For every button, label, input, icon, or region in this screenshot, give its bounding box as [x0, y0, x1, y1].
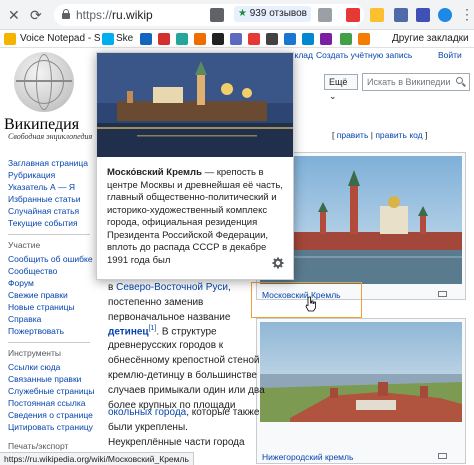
article-line: в Северо-Восточной Руси,: [108, 282, 231, 293]
gear-icon[interactable]: [272, 257, 284, 269]
url-text: https://ru.wikip: [76, 8, 153, 22]
youtube-extension-icon[interactable]: [346, 8, 360, 22]
bookmark-icon-11[interactable]: [320, 33, 332, 45]
sidebar-item-community[interactable]: Сообщество: [8, 266, 57, 276]
more-dropdown[interactable]: Ещё ⌄: [324, 74, 358, 101]
profile-avatar-icon[interactable]: [438, 8, 452, 22]
bookmark-icon-12[interactable]: [340, 33, 352, 45]
sidebar-item-random[interactable]: Случайная статья: [8, 206, 79, 216]
sidebar-heading-print: Печать/экспорт: [8, 441, 69, 451]
popup-extract: Моско́вский Кремль — крепость в центре М…: [107, 167, 283, 266]
bookmark-voice-notepad[interactable]: Voice Notepad - S: [20, 33, 101, 44]
article-line: окольных города, которые также: [108, 407, 260, 418]
sidebar-item-featured[interactable]: Избранные статьи: [8, 194, 80, 204]
sidebar-divider: [8, 234, 90, 235]
skype-bookmark-icon: [102, 33, 114, 45]
bookmark-icon-10[interactable]: [302, 33, 314, 45]
sidebar-item-report-error[interactable]: Сообщить об ошибке: [8, 254, 93, 264]
bookmark-icon[interactable]: [318, 8, 332, 22]
wikipedia-globe-logo[interactable]: [14, 52, 74, 112]
bookmarks-bar: Voice Notepad - S Ske Другие закладки: [0, 30, 474, 48]
search-input[interactable]: Искать в Википедии: [362, 73, 470, 91]
bookmark-icon-8[interactable]: [266, 33, 278, 45]
sidebar-item-donate[interactable]: Пожертвовать: [8, 326, 64, 336]
article-line: были укреплены.: [108, 422, 188, 433]
extension-icon[interactable]: [394, 8, 408, 22]
bookmark-icon-5[interactable]: [212, 33, 224, 45]
bookmark-icon-4[interactable]: [194, 33, 206, 45]
detinets-link[interactable]: детинец: [108, 326, 149, 337]
bookmark-icon-7[interactable]: [248, 33, 260, 45]
article-line: Неукреплённые части города: [108, 437, 245, 448]
north-east-rus-link[interactable]: Северо-Восточной Руси: [116, 282, 228, 293]
translate-icon[interactable]: [210, 8, 224, 22]
article-line: обнесённому крепостной стеной: [108, 355, 260, 366]
reviews-badge[interactable]: ★ 939 отзывов: [234, 6, 311, 22]
expand-icon[interactable]: [438, 291, 447, 297]
okolny-gorod-link[interactable]: окольных города: [108, 407, 186, 418]
bookmark-icon-6[interactable]: [230, 33, 242, 45]
article-line: первоначальное название: [108, 312, 231, 323]
browser-toolbar: ✕ ⟳ https://ru.wikip ★ 939 отзывов ⋮: [0, 0, 474, 30]
lock-icon: [62, 9, 70, 19]
vpn-extension-icon[interactable]: [416, 8, 430, 22]
notepad-bookmark-icon: [4, 33, 16, 45]
bookmark-icon-1[interactable]: [140, 33, 152, 45]
sidebar-heading-participation: Участие: [8, 240, 41, 250]
article-line: постепенно заменив: [108, 297, 204, 308]
logo-subtitle: Свободная энциклопедия: [8, 132, 93, 141]
article-line: случаев примыкали один или два: [108, 385, 265, 396]
other-bookmarks[interactable]: Другие закладки: [392, 33, 469, 44]
reload-icon[interactable]: ⟳: [30, 7, 42, 23]
expand-icon[interactable]: [438, 453, 447, 459]
sidebar-item-new-pages[interactable]: Новые страницы: [8, 302, 75, 312]
sidebar-item-recent-changes[interactable]: Свежие правки: [8, 290, 68, 300]
popup-title: Моско́вский Кремль: [107, 167, 202, 178]
bookmark-icon-2[interactable]: [158, 33, 170, 45]
popup-kremlin-night-photo[interactable]: [97, 53, 293, 157]
sidebar-divider: [8, 342, 90, 343]
create-account-link[interactable]: Создать учётную запись: [316, 50, 412, 60]
sidebar-item-forum[interactable]: Форум: [8, 278, 34, 288]
article-line: древнерусских городов к: [108, 340, 224, 351]
edit-code-link[interactable]: править код: [375, 130, 422, 140]
page-preview-popup[interactable]: Моско́вский Кремль — крепость в центре М…: [96, 52, 294, 280]
sidebar-item-cite-page[interactable]: Цитировать страницу: [8, 422, 93, 432]
sidebar-item-main-page[interactable]: Заглавная страница: [8, 158, 88, 168]
sidebar-item-current-events[interactable]: Текущие события: [8, 218, 78, 228]
yandex-extension-icon[interactable]: [370, 8, 384, 22]
bookmark-icon-3[interactable]: [176, 33, 188, 45]
bookmark-skype[interactable]: Ske: [116, 33, 133, 44]
sidebar-item-help[interactable]: Справка: [8, 314, 41, 324]
sidebar-item-index[interactable]: Указатель А — Я: [8, 182, 75, 192]
sidebar-item-related-changes[interactable]: Связанные правки: [8, 374, 81, 384]
sidebar-item-categories[interactable]: Рубрикация: [8, 170, 55, 180]
bookmark-icon-9[interactable]: [284, 33, 296, 45]
nizhny-kremlin-caption-link[interactable]: Нижегородский кремль: [262, 452, 353, 462]
hand-cursor-icon: [305, 296, 316, 312]
login-link[interactable]: Войти: [438, 50, 462, 60]
bookmark-icon-13[interactable]: [358, 33, 370, 45]
nizhny-kremlin-photo[interactable]: [260, 322, 462, 422]
sidebar-item-what-links-here[interactable]: Ссылки сюда: [8, 362, 60, 372]
article-line: детинец[1]. В структуре: [108, 325, 217, 338]
menu-dots-icon[interactable]: ⋮: [460, 6, 474, 23]
sidebar-heading-tools: Инструменты: [8, 348, 62, 358]
status-bar-url: https://ru.wikipedia.org/wiki/Московский…: [0, 452, 194, 465]
close-icon[interactable]: ✕: [8, 7, 20, 23]
search-icon[interactable]: [456, 77, 466, 87]
chevron-down-icon: ⌄: [329, 91, 337, 101]
sidebar-item-page-info[interactable]: Сведения о странице: [8, 410, 93, 420]
article-line: кремлю-детинцу в большинстве: [108, 370, 257, 381]
sidebar-item-permanent-link[interactable]: Постоянная ссылка: [8, 398, 86, 408]
sidebar-item-special-pages[interactable]: Служебные страницы: [8, 386, 95, 396]
edit-links: [ править | править код ]: [332, 130, 428, 140]
edit-link[interactable]: править: [337, 130, 369, 140]
